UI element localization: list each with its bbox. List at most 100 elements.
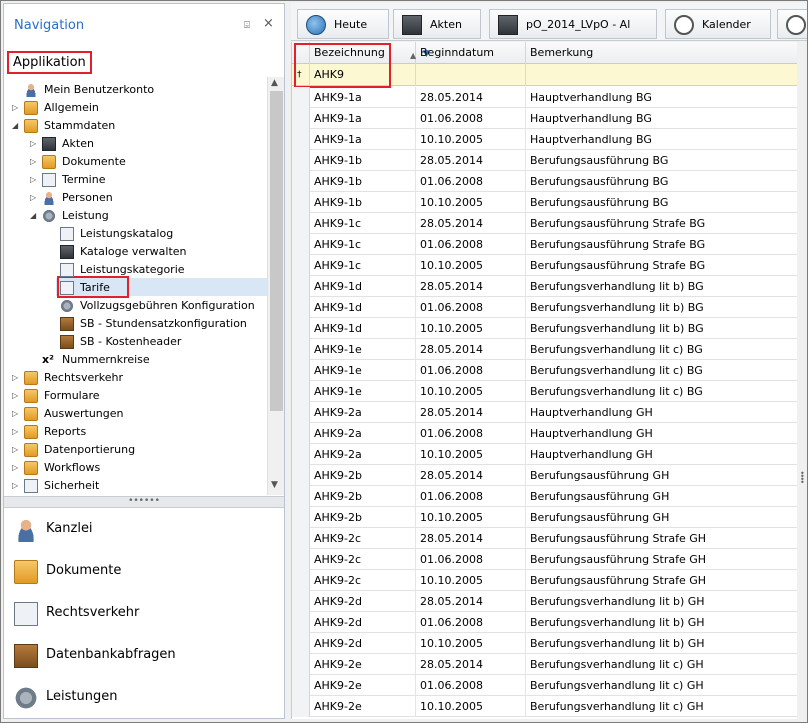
scroll-up-icon[interactable]: ▲ [271,78,278,88]
row-indicator[interactable] [292,486,310,507]
cell-bezeichnung[interactable]: AHK9-1b [310,171,416,192]
row-indicator[interactable] [292,318,310,339]
cell-bemerkung[interactable]: Berufungsausführung Strafe GH [526,570,797,591]
table-row[interactable]: AHK9-1e 28.05.2014 Berufungsverhandlung li… [292,339,797,360]
pane-splitter[interactable]: •••••• [4,496,284,508]
cell-bezeichnung[interactable]: AHK9-1a [310,87,416,108]
cell-bemerkung[interactable]: Hauptverhandlung GH [526,444,797,465]
table-row[interactable]: AHK9-1c 28.05.2014 Berufungsausführung Str… [292,213,797,234]
row-indicator[interactable] [292,528,310,549]
table-row[interactable]: AHK9-2a 10.10.2005 Hauptverhandlung GH [292,444,797,465]
cell-beginndatum[interactable]: 28.05.2014 [416,528,526,549]
cell-bemerkung[interactable]: Berufungsverhandlung lit b) BG [526,318,797,339]
expand-arrow-icon[interactable]: ▷ [12,441,22,459]
cell-bemerkung[interactable]: Berufungsverhandlung lit b) BG [526,276,797,297]
tab-kalender[interactable]: Kalender [665,9,771,39]
row-indicator[interactable] [292,108,310,129]
cell-bemerkung[interactable]: Berufungsverhandlung lit c) GH [526,675,797,696]
cell-bezeichnung[interactable]: AHK9-1e [310,381,416,402]
column-header-beginndatum[interactable]: Beginndatum [416,42,526,64]
tree-item-mein-benutzerkonto[interactable]: Mein Benutzerkonto [12,81,254,99]
tree-item-leistungskatalog[interactable]: Leistungskatalog [48,225,254,243]
cell-bezeichnung[interactable]: AHK9-2d [310,591,416,612]
cell-beginndatum[interactable]: 28.05.2014 [416,150,526,171]
row-indicator[interactable] [292,87,310,108]
cell-bemerkung[interactable]: Berufungsausführung BG [526,192,797,213]
cell-beginndatum[interactable]: 28.05.2014 [416,276,526,297]
cell-beginndatum[interactable]: 28.05.2014 [416,87,526,108]
expand-arrow-icon[interactable]: ▷ [12,477,22,495]
cell-beginndatum[interactable]: 01.06.2008 [416,234,526,255]
cell-bezeichnung[interactable]: AHK9-2a [310,402,416,423]
table-row[interactable]: AHK9-2a 28.05.2014 Hauptverhandlung GH [292,402,797,423]
row-indicator[interactable] [292,570,310,591]
cell-bemerkung[interactable]: Berufungsausführung GH [526,507,797,528]
table-row[interactable]: AHK9-2c 01.06.2008 Berufungsausführung Str… [292,549,797,570]
row-indicator[interactable] [292,129,310,150]
cell-bemerkung[interactable]: Berufungsverhandlung lit b) GH [526,612,797,633]
cell-bezeichnung[interactable]: AHK9-2a [310,444,416,465]
table-row[interactable]: AHK9-2e 10.10.2005 Berufungsverhandlung li… [292,696,797,717]
nav-button-kanzlei[interactable]: Kanzlei [4,509,284,551]
tree-item-sb-stundensatzkonfiguration[interactable]: SB - Stundensatzkonfiguration [48,315,254,333]
cell-bemerkung[interactable]: Berufungsausführung BG [526,150,797,171]
cell-bemerkung[interactable]: Hauptverhandlung BG [526,87,797,108]
cell-bezeichnung[interactable]: AHK9-1b [310,150,416,171]
cell-beginndatum[interactable]: 10.10.2005 [416,129,526,150]
cell-beginndatum[interactable]: 28.05.2014 [416,402,526,423]
tree-item-auswertungen[interactable]: ▷ Auswertungen [12,405,254,423]
pin-icon[interactable]: ⌹ [244,20,250,31]
tree-item-kataloge-verwalten[interactable]: Kataloge verwalten [48,243,254,261]
cell-bezeichnung[interactable]: AHK9-2e [310,675,416,696]
cell-bezeichnung[interactable]: AHK9-1c [310,234,416,255]
cell-beginndatum[interactable]: 10.10.2005 [416,696,526,717]
cell-beginndatum[interactable]: 01.06.2008 [416,297,526,318]
column-header-bemerkung[interactable]: Bemerkung [526,42,797,64]
table-row[interactable]: AHK9-2b 28.05.2014 Berufungsausführung GH [292,465,797,486]
table-row[interactable]: AHK9-2d 10.10.2005 Berufungsverhandlung li… [292,633,797,654]
table-row[interactable]: AHK9-2b 10.10.2005 Berufungsausführung GH [292,507,797,528]
table-row[interactable]: AHK9-2a 01.06.2008 Hauptverhandlung GH [292,423,797,444]
cell-beginndatum[interactable]: 10.10.2005 [416,633,526,654]
row-indicator[interactable] [292,444,310,465]
cell-beginndatum[interactable]: 01.06.2008 [416,360,526,381]
cell-bemerkung[interactable]: Berufungsverhandlung lit b) GH [526,633,797,654]
cell-bezeichnung[interactable]: AHK9-2b [310,507,416,528]
cell-bezeichnung[interactable]: AHK9-1d [310,318,416,339]
scrollbar-thumb[interactable] [270,91,283,411]
expand-arrow-icon[interactable]: ▷ [12,405,22,423]
cell-bezeichnung[interactable]: AHK9-2d [310,612,416,633]
tree-item-leistungskategorie[interactable]: Leistungskategorie [48,261,254,279]
nav-button-dokumente[interactable]: Dokumente [4,551,284,593]
tree-item-sb-kostenheader[interactable]: SB - Kostenheader [48,333,254,351]
cell-bezeichnung[interactable]: AHK9-2c [310,549,416,570]
table-row[interactable]: AHK9-1c 10.10.2005 Berufungsausführung Str… [292,255,797,276]
cell-beginndatum[interactable]: 10.10.2005 [416,444,526,465]
expand-arrow-icon[interactable]: ▷ [30,135,40,153]
expand-arrow-icon[interactable]: ▷ [30,189,40,207]
cell-beginndatum[interactable]: 01.06.2008 [416,423,526,444]
table-row[interactable]: AHK9-1d 10.10.2005 Berufungsverhandlung li… [292,318,797,339]
cell-beginndatum[interactable]: 01.06.2008 [416,171,526,192]
row-indicator[interactable] [292,171,310,192]
cell-bezeichnung[interactable]: AHK9-1e [310,339,416,360]
grid-splitter-handle[interactable]: • • • • [798,42,807,719]
table-row[interactable]: AHK9-2e 28.05.2014 Berufungsverhandlung li… [292,654,797,675]
row-indicator[interactable] [292,234,310,255]
cell-bemerkung[interactable]: Hauptverhandlung BG [526,129,797,150]
cell-bemerkung[interactable]: Berufungsausführung BG [526,171,797,192]
cell-bemerkung[interactable]: Berufungsausführung Strafe GH [526,528,797,549]
expand-arrow-icon[interactable]: ▷ [30,153,40,171]
cell-beginndatum[interactable]: 10.10.2005 [416,192,526,213]
cell-bemerkung[interactable]: Berufungsverhandlung lit c) GH [526,696,797,717]
expand-arrow-icon[interactable]: ▷ [12,99,22,117]
tree-item-dokumente[interactable]: ▷ Dokumente [30,153,254,171]
tree-item-nummernkreise[interactable]: x² Nummernkreise [30,351,254,369]
table-row[interactable]: AHK9-1d 28.05.2014 Berufungsverhandlung li… [292,276,797,297]
cell-beginndatum[interactable]: 01.06.2008 [416,549,526,570]
cell-beginndatum[interactable]: 28.05.2014 [416,591,526,612]
row-indicator[interactable] [292,675,310,696]
table-row[interactable]: AHK9-1b 10.10.2005 Berufungsausführung BG [292,192,797,213]
tree-item-leistung[interactable]: ◢ Leistung [30,207,254,225]
cell-bezeichnung[interactable]: AHK9-2b [310,486,416,507]
